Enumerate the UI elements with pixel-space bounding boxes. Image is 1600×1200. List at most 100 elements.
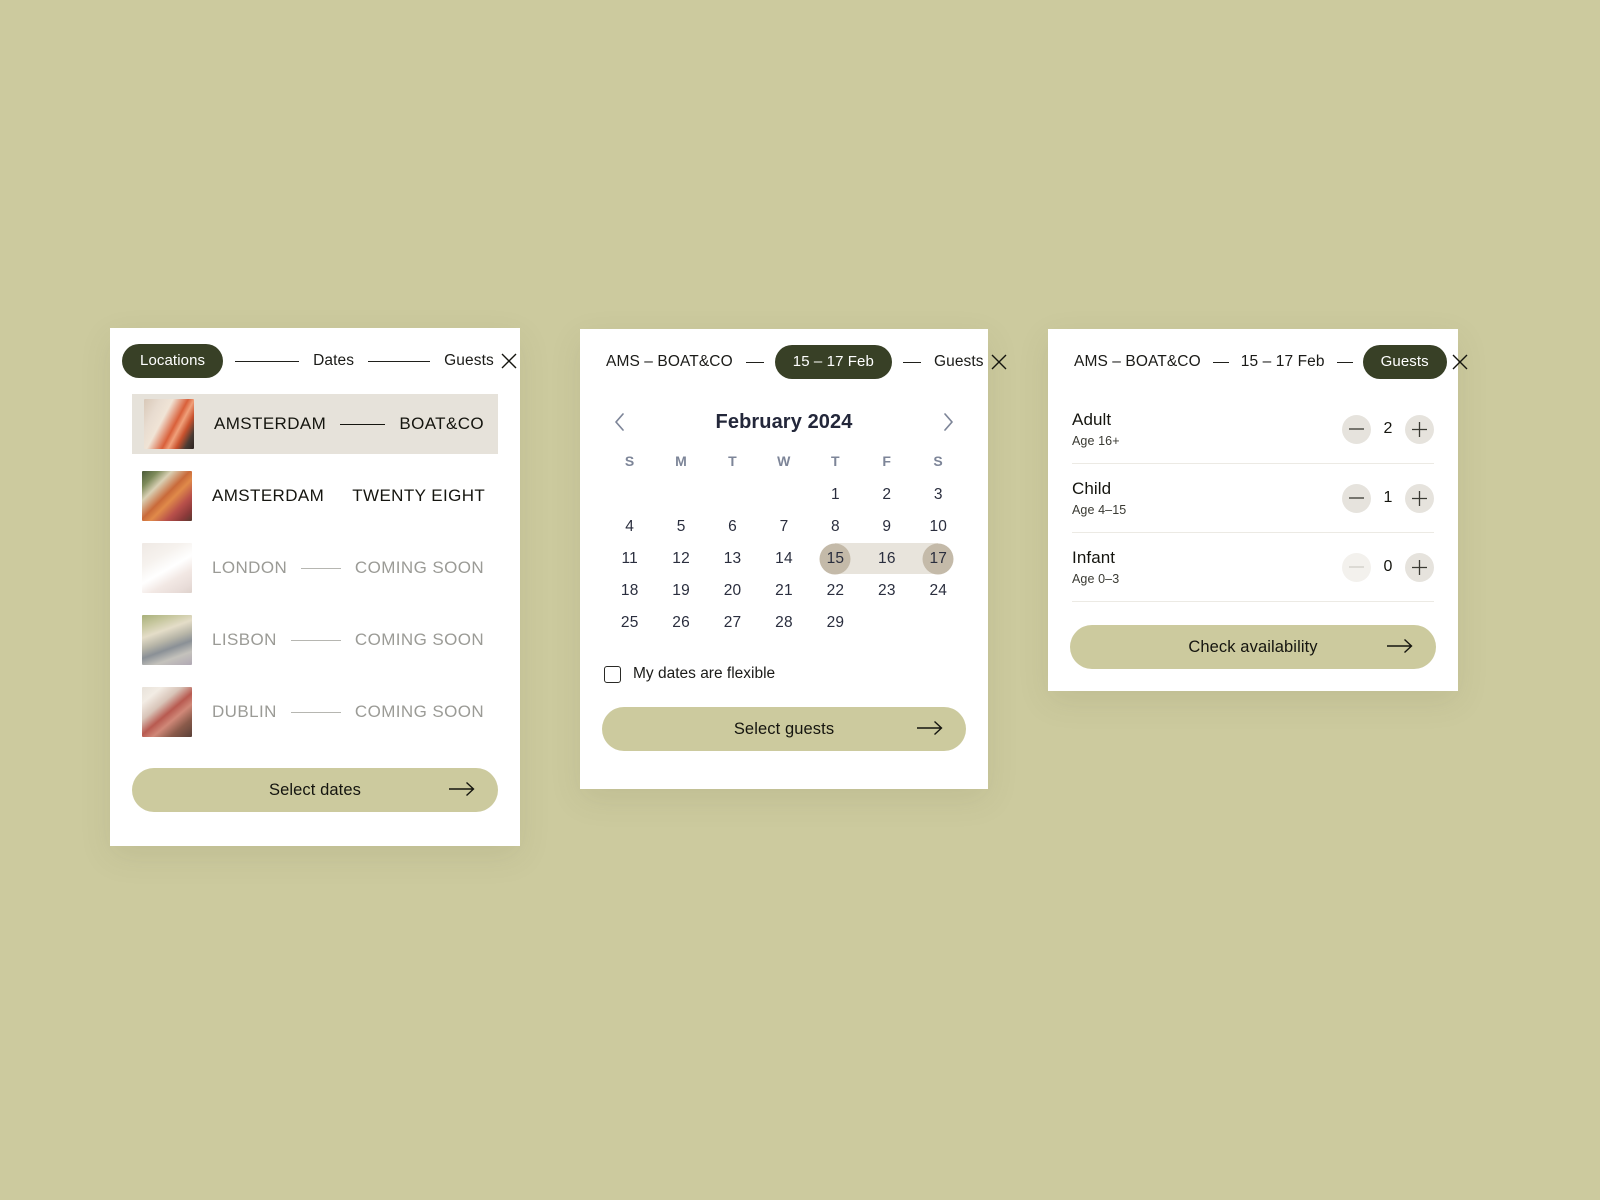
weekday-header: F (882, 453, 892, 469)
calendar-day-number[interactable]: 18 (614, 575, 645, 606)
location-city: AMSTERDAM (212, 486, 325, 505)
step-dates[interactable]: Dates (311, 352, 356, 370)
calendar-day-number[interactable]: 28 (768, 607, 799, 638)
calendar-day-number[interactable]: 8 (820, 511, 851, 542)
calendar-day-number[interactable]: 4 (614, 511, 645, 542)
calendar-day-cell[interactable]: 1 (810, 479, 861, 510)
calendar-day-cell[interactable]: 27 (707, 607, 758, 638)
calendar-day-number[interactable]: 27 (717, 607, 748, 638)
calendar-day-cell[interactable]: 19 (655, 575, 706, 606)
calendar-day-cell[interactable]: 5 (655, 511, 706, 542)
calendar-day-number[interactable]: 5 (666, 511, 697, 542)
guest-age-label: Age 0–3 (1072, 572, 1120, 586)
calendar-day-cell[interactable]: 2 (861, 479, 912, 510)
calendar-day-number[interactable]: 12 (666, 543, 697, 574)
flexible-dates-label: My dates are flexible (633, 665, 776, 682)
minus-icon[interactable] (1342, 414, 1371, 444)
calendar-day-cell[interactable]: 28 (758, 607, 809, 638)
calendar-day-cell[interactable]: 10 (913, 511, 964, 542)
guest-type-label: Child (1072, 479, 1112, 498)
calendar-day-number[interactable]: 26 (666, 607, 697, 638)
label-rule (301, 567, 341, 569)
calendar-day-cell[interactable]: 25 (604, 607, 655, 638)
calendar-blank-cell (707, 479, 758, 510)
calendar-day-number[interactable]: 7 (768, 511, 799, 542)
calendar-day-number[interactable]: 1 (820, 479, 851, 510)
calendar-day-number[interactable]: 17 (923, 543, 954, 574)
step-dates[interactable]: 15 – 17 Feb (774, 345, 892, 379)
calendar-day-number[interactable]: 29 (820, 607, 851, 638)
calendar-day-number[interactable]: 22 (820, 575, 851, 606)
calendar-day-number[interactable]: 21 (768, 575, 799, 606)
calendar-day-cell[interactable]: 23 (861, 575, 912, 606)
calendar-day-number[interactable]: 14 (768, 543, 799, 574)
flexible-dates-checkbox[interactable] (604, 665, 621, 683)
check-availability-button[interactable]: Check availability (1070, 625, 1436, 669)
calendar-day-cell[interactable]: 20 (707, 575, 758, 606)
step-location[interactable]: AMS – BOAT&CO (1072, 353, 1203, 371)
close-icon[interactable] (986, 349, 1012, 375)
calendar-day-cell[interactable]: 17 (886, 543, 964, 574)
calendar-day-cell[interactable]: 6 (707, 511, 758, 542)
calendar-day-number[interactable]: 6 (717, 511, 748, 542)
calendar-day-cell[interactable]: 21 (758, 575, 809, 606)
minus-icon[interactable] (1342, 483, 1371, 513)
calendar-day-number[interactable]: 23 (871, 575, 902, 606)
guest-row-adult: Adult Age 16+ 2 (1072, 395, 1434, 464)
calendar-day-cell[interactable]: 14 (758, 543, 809, 574)
calendar-day-number[interactable]: 19 (666, 575, 697, 606)
select-dates-button[interactable]: Select dates (132, 768, 498, 812)
calendar-day-number[interactable]: 2 (871, 479, 902, 510)
calendar-day-cell[interactable]: 3 (913, 479, 964, 510)
calendar-day-cell[interactable]: 4 (604, 511, 655, 542)
calendar-day-cell[interactable]: 26 (655, 607, 706, 638)
guest-list: Adult Age 16+ 2 Child Age 4–15 1 Infant … (1048, 395, 1458, 602)
label-rule (290, 711, 341, 713)
guest-age-label: Age 4–15 (1072, 503, 1127, 517)
calendar-day-number[interactable]: 9 (871, 511, 902, 542)
step-guests[interactable]: Guests (932, 353, 986, 371)
calendar-day-number[interactable]: 24 (923, 575, 954, 606)
location-label: LISBON COMING SOON (212, 630, 484, 650)
chevron-left-icon[interactable] (606, 408, 634, 436)
calendar-day-number[interactable]: 15 (820, 543, 851, 574)
calendar-day-cell[interactable]: 7 (758, 511, 809, 542)
step-locations[interactable]: Locations (122, 344, 224, 378)
calendar-day-number[interactable]: 25 (614, 607, 645, 638)
calendar-day-cell[interactable]: 18 (604, 575, 655, 606)
plus-icon[interactable] (1405, 552, 1434, 582)
list-item: DUBLIN COMING SOON (132, 682, 498, 742)
select-guests-button[interactable]: Select guests (602, 707, 966, 751)
step-guests[interactable]: Guests (1362, 345, 1447, 379)
chevron-right-icon[interactable] (934, 408, 962, 436)
calendar-day-number[interactable]: 20 (717, 575, 748, 606)
calendar-day-cell[interactable]: 9 (861, 511, 912, 542)
calendar-day-number[interactable]: 16 (871, 543, 902, 574)
calendar-day-number[interactable]: 10 (923, 511, 954, 542)
step-location[interactable]: AMS – BOAT&CO (604, 353, 735, 371)
close-icon[interactable] (1447, 349, 1473, 375)
calendar-day-cell[interactable]: 12 (655, 543, 706, 574)
close-icon[interactable] (496, 348, 522, 374)
step-dates[interactable]: 15 – 17 Feb (1239, 353, 1327, 371)
minus-icon (1342, 552, 1371, 582)
calendar-day-cell[interactable]: 13 (707, 543, 758, 574)
guest-texts: Adult Age 16+ (1072, 410, 1342, 448)
plus-icon[interactable] (1405, 483, 1434, 513)
location-property: TWENTY EIGHT (352, 486, 486, 505)
list-item[interactable]: AMSTERDAM TWENTY EIGHT (132, 466, 498, 526)
calendar-day-number[interactable]: 3 (923, 479, 954, 510)
location-property: COMING SOON (354, 630, 484, 649)
calendar-day-cell[interactable]: 22 (810, 575, 861, 606)
calendar-day-number[interactable]: 11 (614, 543, 645, 574)
calendar-day-cell[interactable]: 29 (810, 607, 861, 638)
locations-panel: Locations Dates Guests AMSTERDAM BOAT&CO (110, 328, 520, 846)
flexible-dates-row[interactable]: My dates are flexible (580, 665, 988, 683)
list-item[interactable]: AMSTERDAM BOAT&CO (132, 394, 498, 454)
calendar-day-cell[interactable]: 24 (913, 575, 964, 606)
step-guests[interactable]: Guests (442, 352, 496, 370)
plus-icon[interactable] (1405, 414, 1434, 444)
calendar-day-number[interactable]: 13 (717, 543, 748, 574)
calendar-day-cell[interactable]: 11 (604, 543, 655, 574)
calendar-day-cell[interactable]: 8 (810, 511, 861, 542)
